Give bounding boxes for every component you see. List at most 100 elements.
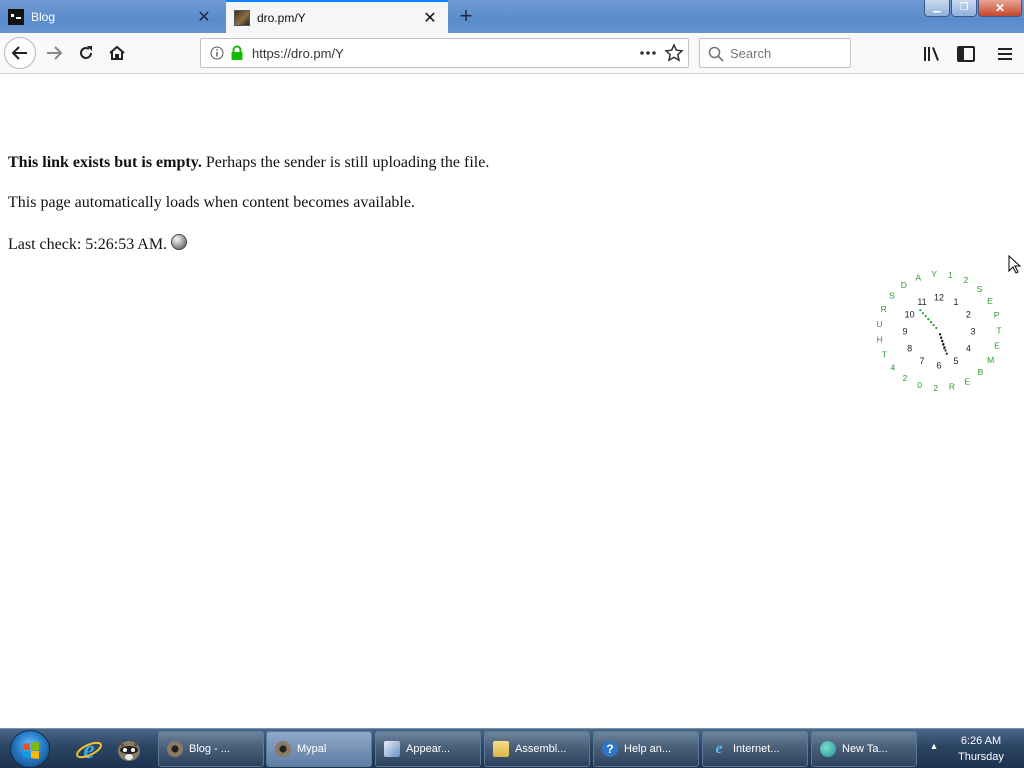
taskbar-item-label: Mypal (297, 743, 327, 755)
back-button[interactable] (4, 37, 36, 69)
clock-date-character: T (996, 325, 1001, 335)
back-arrow-icon (11, 46, 27, 60)
system-clock-time: 6:26 AM (960, 735, 1002, 747)
help-icon: ? (602, 741, 618, 757)
search-input[interactable] (730, 44, 846, 62)
system-clock-day: Thursday (958, 751, 1004, 763)
page-content: This link exists but is empty. Perhaps t… (0, 75, 1024, 728)
tab-blog-close-icon[interactable]: ✕ (194, 7, 214, 27)
clock-date-character: 2 (903, 373, 908, 383)
clock-date-character: 2 (964, 275, 969, 285)
empty-link-detail: Perhaps the sender is still uploading th… (201, 154, 490, 171)
taskbar-item-help[interactable]: ? Help an... (593, 731, 699, 767)
clock-date-character: 1 (948, 270, 953, 280)
maximize-button[interactable]: ❐ (951, 0, 977, 17)
minimize-button[interactable]: ▁ (924, 0, 950, 17)
close-window-button[interactable]: ✕ (978, 0, 1022, 17)
terminal-icon (8, 8, 24, 25)
clock-date-character: S (889, 291, 895, 301)
taskbar-item-internet-explorer[interactable]: e Internet... (702, 731, 808, 767)
page-actions-icon[interactable] (638, 44, 658, 62)
clock-date-character: Y (931, 269, 937, 279)
clock-minute-hand (939, 333, 948, 355)
clock-date-character: H (877, 335, 883, 345)
raccoon-browser-icon[interactable] (114, 734, 144, 764)
ie-icon: e (715, 740, 723, 757)
clock-hour-number: 2 (966, 310, 971, 320)
clock-date-character: R (881, 304, 887, 314)
search-bar[interactable] (699, 38, 851, 68)
clock-hour-number: 8 (907, 344, 912, 354)
tab-blog-label: Blog (31, 9, 56, 24)
bookmark-star-icon[interactable] (664, 43, 684, 63)
new-tab-icon[interactable]: + (456, 3, 476, 29)
ie-edge-icon (820, 741, 836, 757)
clock-date-character: R (949, 382, 955, 392)
reload-icon (80, 46, 92, 59)
taskbar-item-new-tab[interactable]: New Ta... (811, 731, 917, 767)
clock-date-character: 4 (891, 363, 896, 373)
system-clock[interactable]: 6:26 AM Thursday (950, 733, 1012, 765)
forward-button[interactable] (38, 37, 70, 69)
folder-icon (493, 741, 509, 757)
info-icon[interactable] (210, 46, 224, 60)
clock-hour-number: 10 (905, 310, 915, 320)
home-button[interactable] (101, 37, 133, 69)
svg-text:e: e (83, 735, 95, 764)
tab-blog[interactable]: Blog ✕ (0, 0, 222, 33)
search-icon (708, 46, 724, 62)
paint-icon (384, 741, 400, 757)
clock-hour-number: 5 (953, 356, 958, 366)
hamburger-menu-icon[interactable] (995, 45, 1015, 63)
clock-hour-number: 9 (902, 327, 907, 337)
taskbar-item-label: Assembl... (515, 743, 567, 755)
clock-date-character: E (987, 296, 993, 306)
clock-date-character: S (977, 284, 983, 294)
taskbar-item-label: Blog - ... (189, 743, 230, 755)
cursor-clock-widget: 12 123456789101112SEPTEMBER2024THURSDA Y (876, 269, 1001, 393)
taskbar-item-blog[interactable]: Blog - ... (158, 731, 264, 767)
navigation-toolbar: https://dro.pm/Y (0, 33, 1024, 74)
internet-explorer-icon[interactable]: e (74, 734, 104, 764)
raccoon-icon (275, 741, 291, 757)
clock-hour-number: 7 (919, 356, 924, 366)
reload-button[interactable] (70, 37, 102, 69)
taskbar-item-label: Appear... (406, 743, 451, 755)
clock-date-character: 0 (917, 380, 922, 390)
lock-icon[interactable] (230, 45, 244, 61)
taskbar-item-label: Help an... (624, 743, 672, 755)
tab-dro-pm-label: dro.pm/Y (257, 10, 306, 25)
clock-date-character: B (978, 367, 984, 377)
clock-hour-number: 1 (953, 297, 958, 307)
url-bar[interactable]: https://dro.pm/Y (200, 38, 689, 68)
taskbar-item-label: New Ta... (842, 743, 888, 755)
taskbar-item-mypal[interactable]: Mypal (266, 731, 372, 767)
clock-date-character: P (994, 310, 1000, 320)
taskbar-item-assembly[interactable]: Assembl... (484, 731, 590, 767)
show-hidden-icons-arrow-icon[interactable]: ▲ (928, 741, 940, 753)
windows-logo-icon (23, 742, 39, 759)
mouse-pointer-icon (1008, 255, 1022, 274)
dro-pm-icon (234, 9, 250, 26)
clock-date-character: 2 (933, 383, 938, 393)
tab-dro-pm[interactable]: dro.pm/Y ✕ (226, 0, 448, 33)
clock-hour-number: 3 (970, 327, 975, 337)
last-check-text: Last check: 5:26:53 AM. (8, 236, 168, 253)
taskbar-item-appearance[interactable]: Appear... (375, 731, 481, 767)
window-controls: ▁ ❐ ✕ (923, 0, 1022, 17)
sidebar-toggle-icon[interactable] (956, 45, 976, 63)
empty-link-headline: This link exists but is empty. (8, 154, 202, 171)
library-icon[interactable] (922, 45, 942, 63)
autoload-notice: This page automatically loads when conte… (8, 194, 415, 211)
home-icon (109, 45, 125, 60)
clock-date-character: A (915, 273, 921, 283)
start-button[interactable] (10, 730, 50, 768)
clock-date-character: E (994, 341, 1000, 351)
clock-date-character: M (987, 355, 994, 365)
tab-dro-pm-close-icon[interactable]: ✕ (420, 8, 440, 28)
url-text[interactable]: https://dro.pm/Y (252, 46, 344, 61)
tab-strip: Blog ✕ dro.pm/Y ✕ + ▁ ❐ ✕ (0, 0, 1024, 33)
forward-arrow-icon (47, 46, 63, 60)
last-check-line: Last check: 5:26:53 AM. (8, 234, 188, 254)
clock-date-character: E (964, 376, 970, 386)
